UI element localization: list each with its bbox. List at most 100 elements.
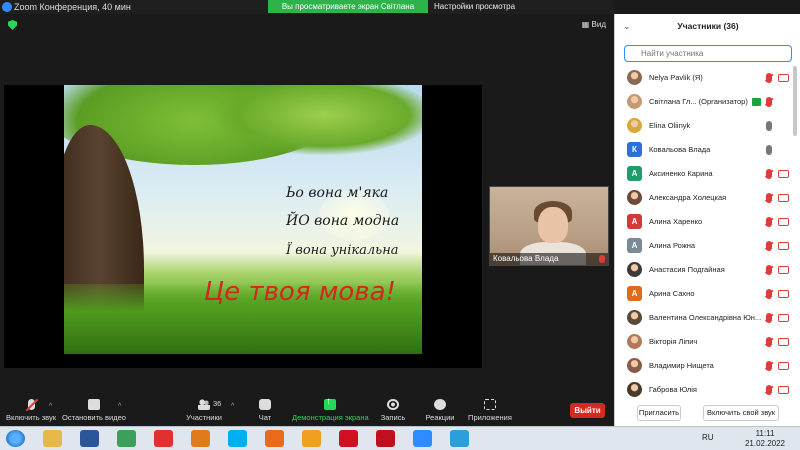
view-options-menu[interactable]: Настройки просмотра <box>434 0 534 13</box>
mic-on-icon[interactable] <box>766 121 772 131</box>
camera-off-icon[interactable] <box>778 218 789 226</box>
apps-icon <box>484 399 496 410</box>
participant-name: Nelya Pavlik (Я) <box>649 73 703 82</box>
meeting-toolbar: Включить звук ^ Остановить видео ^ Участ… <box>0 394 614 426</box>
participant-search-input[interactable] <box>624 45 792 62</box>
thumbnail-person-face <box>538 207 568 243</box>
apps-button[interactable]: Приложения <box>468 394 512 426</box>
audio-options-chevron-icon[interactable]: ^ <box>49 403 52 410</box>
participants-panel: ⌄ Участники (36) Nelya Pavlik (Я) Світлан… <box>614 14 800 426</box>
participant-row[interactable]: А Арина Сахно <box>615 282 800 306</box>
record-button[interactable]: Запись <box>378 394 408 426</box>
reactions-label: Реакции <box>425 413 455 422</box>
host-badge-icon <box>752 98 761 106</box>
chrome-icon[interactable] <box>117 430 136 447</box>
leave-button[interactable]: Выйти <box>570 403 605 418</box>
mic-muted-icon[interactable] <box>766 97 772 107</box>
mic-muted-icon[interactable] <box>766 169 772 179</box>
participant-row[interactable]: Александра Холецкая <box>615 186 800 210</box>
camera-off-icon[interactable] <box>778 386 789 394</box>
mic-on-icon[interactable] <box>766 145 772 155</box>
camera-off-icon[interactable] <box>778 362 789 370</box>
mic-muted-icon[interactable] <box>766 265 772 275</box>
mic-muted-icon[interactable] <box>766 193 772 203</box>
word-icon[interactable] <box>80 430 99 447</box>
view-button[interactable]: ▦ Вид <box>582 20 606 29</box>
mic-muted-icon[interactable] <box>766 385 772 395</box>
camera-off-icon[interactable] <box>778 338 789 346</box>
media-player-icon[interactable] <box>191 430 210 447</box>
collapse-chevron-icon[interactable]: ⌄ <box>623 14 631 38</box>
participant-avatar <box>627 382 642 397</box>
camera-off-icon[interactable] <box>778 170 789 178</box>
camera-off-icon[interactable] <box>778 74 789 82</box>
mic-muted-icon[interactable] <box>766 289 772 299</box>
participant-row[interactable]: Владимир Нищета <box>615 354 800 378</box>
video-thumbnail[interactable]: Ковальова Влада <box>489 186 609 266</box>
opera-icon[interactable] <box>339 430 358 447</box>
participant-avatar <box>627 358 642 373</box>
participant-row[interactable]: Валентина Олександрівна Юн... <box>615 306 800 330</box>
share-screen-label: Демонстрация экрана <box>292 413 369 422</box>
panel-header: ⌄ Участники (36) <box>615 14 800 38</box>
stop-video-button[interactable]: Остановить видео <box>62 394 126 426</box>
language-indicator[interactable]: RU <box>702 433 714 442</box>
camera-off-icon[interactable] <box>778 194 789 202</box>
participant-row[interactable]: Габрова Юлія <box>615 378 800 400</box>
participant-avatar: А <box>627 238 642 253</box>
participant-row[interactable]: А Аксиненко Карина <box>615 162 800 186</box>
mic-muted-icon[interactable] <box>766 241 772 251</box>
firefox-icon[interactable] <box>265 430 284 447</box>
clock[interactable]: 11:11 21.02.2022 <box>740 429 790 449</box>
telegram-icon[interactable] <box>450 430 469 447</box>
camera-off-icon[interactable] <box>778 290 789 298</box>
mic-off-icon <box>27 399 35 410</box>
zoom-icon[interactable] <box>413 430 432 447</box>
participant-row[interactable]: А Алина Харенко <box>615 210 800 234</box>
mic-muted-icon[interactable] <box>766 313 772 323</box>
mic-muted-icon[interactable] <box>766 361 772 371</box>
participant-row[interactable]: К Ковальова Влада <box>615 138 800 162</box>
chat-icon <box>259 399 271 410</box>
mic-muted-icon[interactable] <box>766 217 772 227</box>
video-options-chevron-icon[interactable]: ^ <box>118 403 121 410</box>
unmute-self-button[interactable]: Включить свой звук <box>703 405 779 421</box>
record-label: Запись <box>380 413 406 422</box>
participant-row[interactable]: Анастасия Подгайная <box>615 258 800 282</box>
mic-muted-icon[interactable] <box>766 73 772 83</box>
participant-row[interactable]: Nelya Pavlik (Я) <box>615 66 800 90</box>
start-icon[interactable] <box>6 430 25 447</box>
participant-avatar <box>627 70 642 85</box>
opera-gx-icon[interactable] <box>376 430 395 447</box>
slide-line-4: Це твоя мова! <box>204 277 396 307</box>
participants-label: Участники <box>186 413 222 422</box>
participants-options-chevron-icon[interactable]: ^ <box>231 403 234 410</box>
participant-avatar <box>627 310 642 325</box>
participants-count: 36 <box>213 399 222 408</box>
clock-time: 11:11 <box>755 429 775 438</box>
participant-row[interactable]: Світлана Гл... (Организатор) <box>615 90 800 114</box>
participant-list-scrollbar[interactable] <box>793 66 797 136</box>
invite-button[interactable]: Пригласить <box>637 405 681 421</box>
reactions-button[interactable]: Реакции <box>424 394 456 426</box>
participant-row[interactable]: А Алина Рожна <box>615 234 800 258</box>
mic-muted-icon[interactable] <box>766 337 772 347</box>
participant-name: Александра Холецкая <box>649 193 727 202</box>
participant-row[interactable]: Вікторія Ліпич <box>615 330 800 354</box>
unmute-button[interactable]: Включить звук <box>4 394 58 426</box>
skype-icon[interactable] <box>228 430 247 447</box>
avast-icon[interactable] <box>302 430 321 447</box>
security-shield-icon[interactable] <box>8 20 17 30</box>
thumbnail-name: Ковальова Влада <box>490 253 608 265</box>
explorer-icon[interactable] <box>43 430 62 447</box>
participant-avatar <box>627 118 642 133</box>
chat-button[interactable]: Чат <box>252 394 278 426</box>
share-screen-button[interactable]: Демонстрация экрана <box>292 394 369 426</box>
camera-off-icon[interactable] <box>778 314 789 322</box>
camera-off-icon[interactable] <box>778 266 789 274</box>
participant-row[interactable]: Elina Oliinyk <box>615 114 800 138</box>
shared-slide: Ьо вона м'яка ЙО вона модна Ї вона уніка… <box>64 85 422 354</box>
participant-name: Алина Рожна <box>649 241 696 250</box>
camera-off-icon[interactable] <box>778 242 789 250</box>
yandex-browser-icon[interactable] <box>154 430 173 447</box>
